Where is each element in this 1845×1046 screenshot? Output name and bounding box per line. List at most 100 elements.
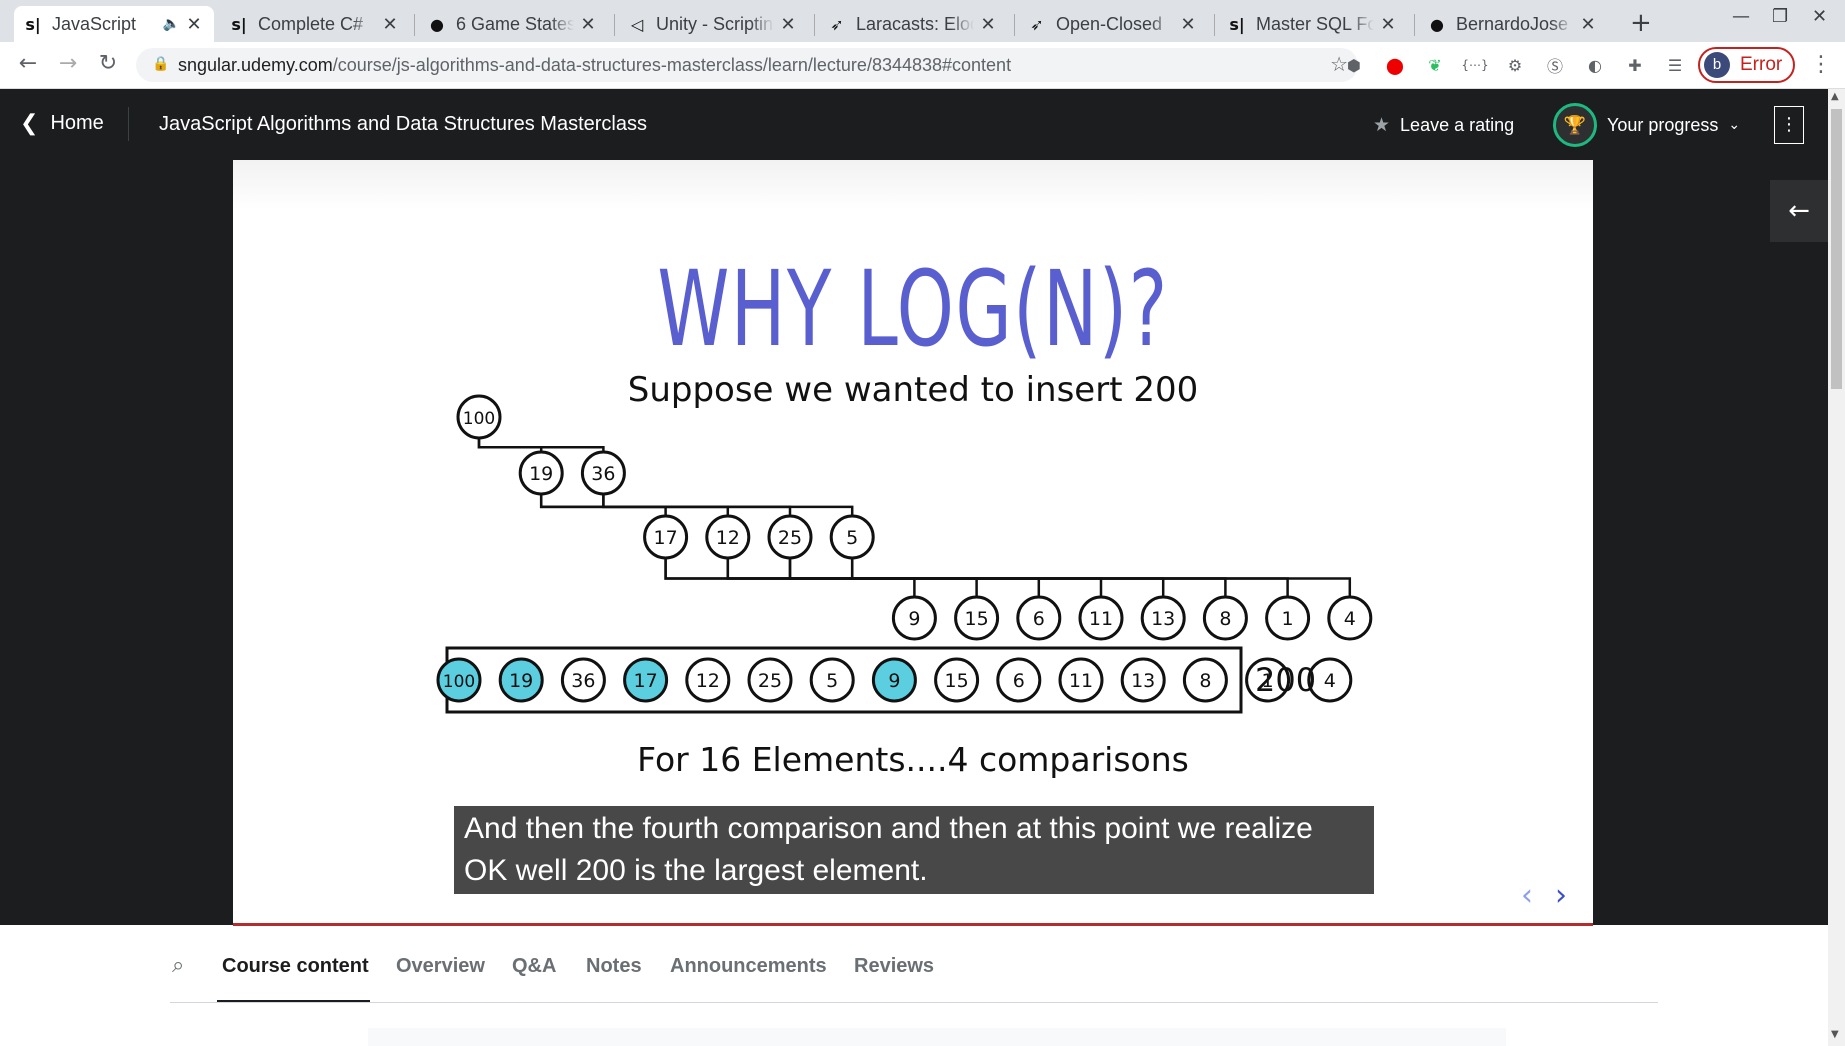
tab-title: Master SQL For xyxy=(1256,13,1374,34)
address-bar[interactable]: 🔒 sngular.udemy.com/course/js-algorithms… xyxy=(136,48,1358,82)
profile-error-label: Error xyxy=(1740,54,1783,75)
tree-node-label: 36 xyxy=(591,463,615,485)
caption-line-1: And then the fourth comparison and then … xyxy=(464,812,1313,845)
tab-title: Unity - Scripting xyxy=(656,13,774,34)
browser-tab-laracasts-eloquent[interactable]: ➶ Laracasts: Eloquent ✕ xyxy=(818,6,1008,42)
tree-edge xyxy=(539,494,730,516)
array-cell-label: 4 xyxy=(1324,670,1336,692)
close-tab-icon[interactable]: ✕ xyxy=(978,14,998,35)
browser-tab-complete-csharp[interactable]: s| Complete C# ✕ xyxy=(220,6,410,42)
arrow-left-icon[interactable]: ← xyxy=(1770,180,1828,242)
course-header: ❮ Home JavaScript Algorithms and Data St… xyxy=(0,89,1828,160)
avatar: b xyxy=(1704,52,1730,78)
close-tab-icon[interactable]: ✕ xyxy=(1178,14,1198,35)
browser-tab-javascript[interactable]: s| JavaScript 🔈 ✕ xyxy=(14,6,214,42)
speaker-icon[interactable]: 🔈 xyxy=(163,16,180,32)
leave-rating-button[interactable]: ★ Leave a rating xyxy=(1373,114,1514,136)
close-window-icon[interactable]: ✕ xyxy=(1812,6,1827,27)
tab-separator xyxy=(1214,14,1215,36)
extension-dark-mode-icon[interactable]: ◐ xyxy=(1583,53,1607,77)
slide-footer: For 16 Elements....4 comparisons xyxy=(637,740,1189,779)
tree-node-label: 1 xyxy=(1282,608,1294,630)
video-player[interactable]: WHY LOG(N)? Suppose we wanted to insert … xyxy=(0,160,1828,926)
tab-reviews[interactable]: Reviews xyxy=(854,955,934,978)
url-text: sngular.udemy.com/course/js-algorithms-a… xyxy=(178,55,1012,75)
back-icon[interactable]: ← xyxy=(14,50,42,78)
tab-overview[interactable]: Overview xyxy=(396,955,485,978)
reload-icon[interactable]: ↻ xyxy=(94,50,122,78)
extension-cube-icon[interactable]: ⬢ xyxy=(1342,53,1366,77)
page-scrollbar[interactable]: ▲ ▼ xyxy=(1828,89,1845,1046)
home-label: Home xyxy=(50,112,104,134)
extension-evernote-icon[interactable]: ❦ xyxy=(1423,53,1447,77)
minimize-icon[interactable]: — xyxy=(1732,6,1750,27)
close-tab-icon[interactable]: ✕ xyxy=(184,14,204,35)
extension-gear-icon[interactable]: ⚙ xyxy=(1503,53,1527,77)
lock-icon: 🔒 xyxy=(152,56,170,72)
home-link[interactable]: ❮ Home xyxy=(20,111,104,136)
tab-announcements[interactable]: Announcements xyxy=(670,955,827,978)
extension-json-icon[interactable]: {⋯} xyxy=(1461,53,1488,77)
browser-menu-icon[interactable]: ⋮ xyxy=(1810,52,1832,77)
tab-title: JavaScript xyxy=(52,13,137,34)
tree-node-label: 11 xyxy=(1089,608,1113,630)
scroll-up-icon[interactable]: ▲ xyxy=(1831,91,1839,102)
trophy-icon: 🏆 xyxy=(1553,103,1597,147)
extension-opera-icon[interactable]: ⬤ xyxy=(1383,53,1407,77)
tab-notes[interactable]: Notes xyxy=(586,955,642,978)
tree-node-label: 15 xyxy=(965,608,989,630)
close-tab-icon[interactable]: ✕ xyxy=(1578,14,1598,35)
close-tab-icon[interactable]: ✕ xyxy=(578,14,598,35)
scroll-down-icon[interactable]: ▼ xyxy=(1831,1029,1839,1040)
caption-line-2: OK well 200 is the largest element. xyxy=(464,854,928,887)
tab-separator xyxy=(614,14,615,36)
lecture-slide: WHY LOG(N)? Suppose we wanted to insert … xyxy=(233,160,1593,925)
close-tab-icon[interactable]: ✕ xyxy=(778,14,798,35)
new-tab-icon[interactable]: + xyxy=(1630,8,1652,38)
tab-title: 6 Game States xyxy=(456,13,574,34)
extensions-puzzle-icon[interactable]: ✚ xyxy=(1623,53,1647,77)
browser-tab-master-sql[interactable]: s| Master SQL For ✕ xyxy=(1218,6,1408,42)
your-progress-button[interactable]: 🏆 Your progress ⌄ xyxy=(1553,103,1740,147)
chevron-down-icon: ⌄ xyxy=(1728,117,1741,133)
tree-node-label: 100 xyxy=(463,409,495,429)
github-icon: ● xyxy=(1430,14,1444,34)
tab-separator xyxy=(814,14,815,36)
tab-course-content[interactable]: Course content xyxy=(222,955,369,978)
unity-icon: ◁ xyxy=(630,14,644,34)
tab-separator xyxy=(1414,14,1415,36)
tree-node-label: 5 xyxy=(846,527,858,549)
laracasts-icon: ➶ xyxy=(1030,14,1044,34)
tab-qa[interactable]: Q&A xyxy=(512,955,556,978)
array-cell-label: 15 xyxy=(945,670,969,692)
tree-node-label: 6 xyxy=(1033,608,1045,630)
star-icon: ★ xyxy=(1373,114,1391,136)
browser-tabstrip: s| JavaScript 🔈 ✕ s| Complete C# ✕ ● 6 G… xyxy=(0,0,1845,42)
array-cell-label: 13 xyxy=(1131,670,1155,692)
search-icon[interactable]: ⌕ xyxy=(172,953,184,978)
forward-icon[interactable]: → xyxy=(54,50,82,78)
scroll-thumb[interactable] xyxy=(1831,109,1842,389)
previous-lecture-icon[interactable]: ‹ xyxy=(1521,878,1533,913)
extension-s-icon[interactable]: Ⓢ xyxy=(1543,53,1567,77)
array-cell-highlighted-label: 17 xyxy=(634,670,658,692)
browser-tab-bernardojose[interactable]: ● BernardoJose ✕ xyxy=(1418,6,1608,42)
profile-button[interactable]: b Error xyxy=(1698,47,1795,83)
restore-icon[interactable]: ❐ xyxy=(1772,6,1788,27)
active-tab-indicator xyxy=(217,1000,370,1002)
rating-label: Leave a rating xyxy=(1400,114,1515,135)
udemy-favicon-icon: s| xyxy=(1229,14,1245,34)
browser-tab-unity[interactable]: ◁ Unity - Scripting ✕ xyxy=(618,6,808,42)
tree-node-label: 12 xyxy=(716,527,740,549)
browser-tab-game-states[interactable]: ● 6 Game States ✕ xyxy=(418,6,608,42)
browser-tab-open-closed[interactable]: ➶ Open-Closed ✕ xyxy=(1018,6,1208,42)
laracasts-icon: ➶ xyxy=(830,14,844,34)
heap-diagram: 100 19 36 17 12 25 5 9 15 6 11 13 8 1 4 100 19 36 17 12 25 5… xyxy=(436,394,1373,714)
progress-label: Your progress xyxy=(1607,114,1719,135)
next-lecture-icon[interactable]: › xyxy=(1555,878,1567,913)
course-title[interactable]: JavaScript Algorithms and Data Structure… xyxy=(159,113,647,136)
close-tab-icon[interactable]: ✕ xyxy=(380,14,400,35)
close-tab-icon[interactable]: ✕ xyxy=(1378,14,1398,35)
media-queue-icon[interactable]: ☰ xyxy=(1663,53,1687,77)
more-options-icon[interactable]: ⋮ xyxy=(1774,106,1804,144)
